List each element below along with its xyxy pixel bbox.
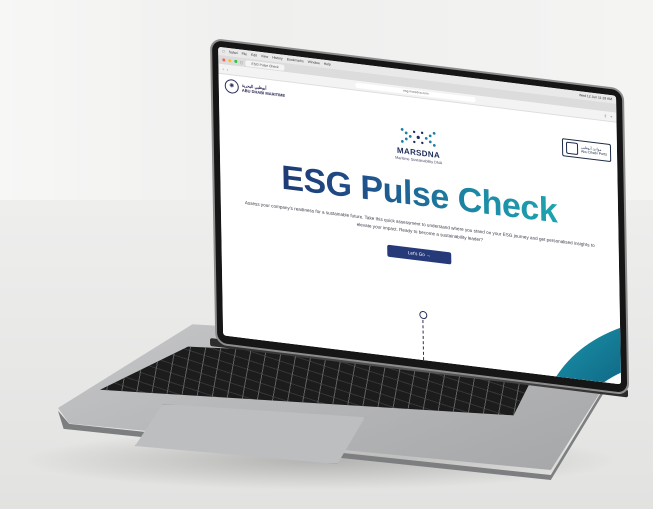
maritime-emblem-icon: ✺ — [224, 78, 239, 95]
lets-go-button[interactable]: Let's Go → — [387, 244, 452, 265]
dna-helix-icon — [400, 127, 436, 147]
menu-item[interactable]: Window — [308, 60, 320, 65]
new-tab-icon[interactable]: + — [610, 114, 612, 119]
decorative-wave-art — [541, 321, 622, 385]
laptop-screen:  Safari File Edit View History Bookmark… — [212, 40, 628, 394]
scroll-indicator-line — [421, 319, 424, 361]
share-icon[interactable]: ⇪ — [604, 113, 607, 118]
back-icon[interactable]: ‹ — [222, 66, 223, 71]
display:  Safari File Edit View History Bookmark… — [218, 46, 622, 385]
apple-icon[interactable]:  — [222, 49, 225, 53]
menu-item[interactable]: Safari — [229, 50, 238, 55]
abu-dhabi-maritime-logo[interactable]: ✺ أبوظبي البحرية ABU DHABI MARITIME — [224, 78, 286, 100]
menu-item[interactable]: History — [272, 55, 283, 60]
menu-item[interactable]: View — [261, 54, 268, 59]
scroll-indicator-icon[interactable] — [419, 310, 428, 320]
zoom-window-icon[interactable] — [234, 59, 238, 64]
web-page: ✺ أبوظبي البحرية ABU DHABI MARITIME موان… — [218, 73, 622, 385]
menu-item[interactable]: Help — [324, 62, 331, 67]
sidebar-icon[interactable]: ▯ — [240, 59, 242, 64]
minimize-window-icon[interactable] — [228, 59, 232, 63]
close-window-icon[interactable] — [222, 58, 226, 62]
forward-icon[interactable]: › — [227, 67, 228, 72]
menu-item[interactable]: File — [242, 52, 248, 57]
menu-item[interactable]: Bookmarks — [287, 57, 304, 63]
menu-item[interactable]: Edit — [251, 53, 257, 58]
